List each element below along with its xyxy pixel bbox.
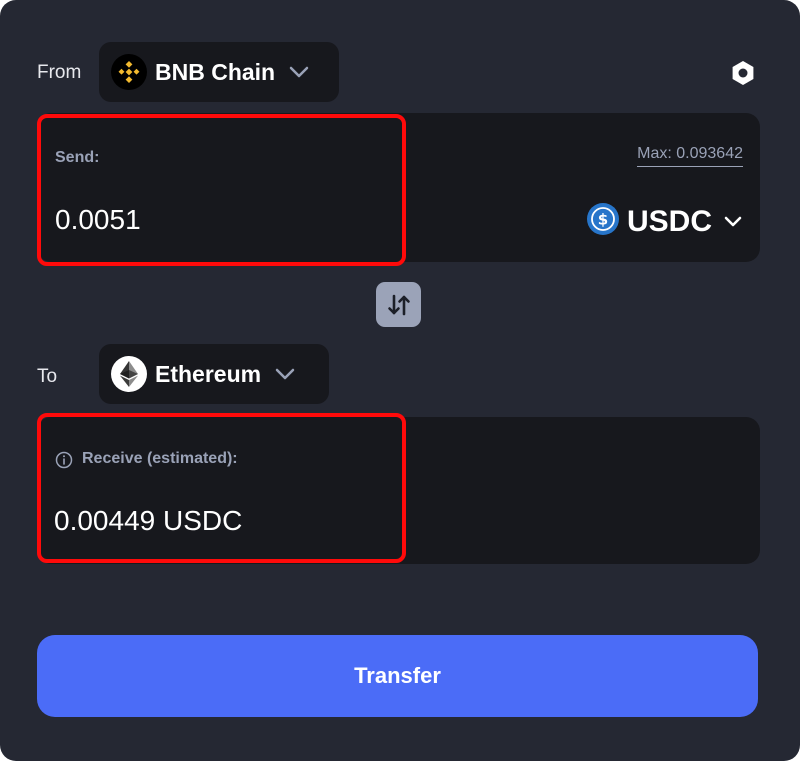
to-chain-name: Ethereum	[155, 360, 262, 387]
receive-label: Receive (estimated):	[82, 450, 238, 467]
to-chain-select[interactable]: Ethereum	[99, 344, 329, 404]
bnb-chain-icon	[111, 54, 147, 90]
send-token-select[interactable]: $ USDC	[586, 203, 742, 240]
swap-arrows-icon	[386, 292, 412, 318]
swap-direction-button[interactable]	[376, 282, 421, 327]
to-label: To	[37, 366, 58, 387]
usdc-icon: $	[586, 203, 619, 240]
chevron-down-icon	[289, 66, 309, 78]
bridge-panel: From BNB Chain Max: 0.093642 $ USDC Send…	[0, 0, 800, 761]
from-chain-select[interactable]: BNB Chain	[99, 42, 339, 102]
info-icon	[55, 451, 73, 469]
transfer-button[interactable]: Transfer	[37, 635, 758, 717]
chevron-down-icon	[724, 216, 742, 227]
from-label: From	[37, 62, 82, 83]
from-chain-name: BNB Chain	[155, 58, 276, 85]
send-label: Send:	[55, 149, 100, 166]
svg-text:$: $	[598, 211, 608, 229]
send-amount-input[interactable]	[55, 204, 375, 236]
settings-icon[interactable]	[728, 58, 758, 88]
send-amount-highlight: Send:	[37, 114, 406, 266]
chevron-down-icon	[275, 368, 295, 380]
ethereum-icon	[111, 356, 147, 392]
max-balance-link[interactable]: Max: 0.093642	[637, 145, 743, 167]
send-token-symbol: USDC	[626, 204, 712, 238]
receive-amount-value: 0.00449 USDC	[54, 505, 243, 536]
receive-amount-highlight: Receive (estimated): 0.00449 USDC	[37, 413, 406, 563]
